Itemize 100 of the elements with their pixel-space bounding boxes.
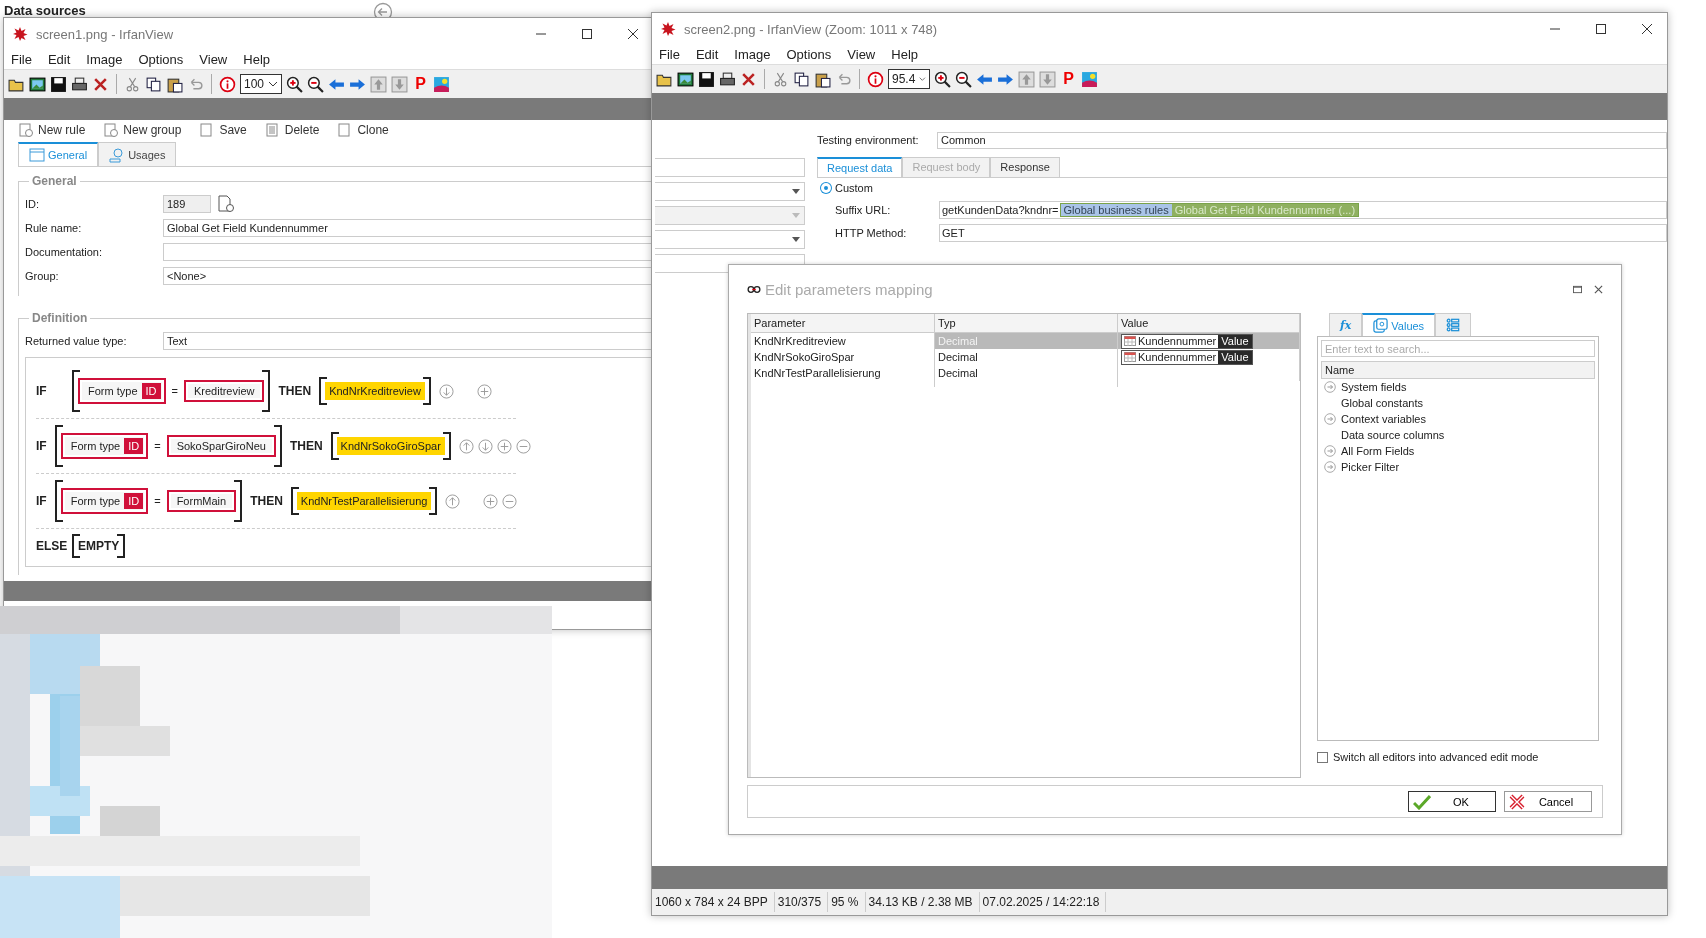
menu-item[interactable]: File <box>659 47 680 62</box>
condition-field[interactable]: Form type ID <box>60 488 149 514</box>
close-icon[interactable] <box>1641 23 1653 35</box>
toolbar-button[interactable]: Save <box>199 122 247 138</box>
toolbar-button[interactable]: Delete <box>264 122 320 138</box>
checkbox[interactable] <box>1317 751 1328 763</box>
tab[interactable]: Usages <box>98 142 177 166</box>
input-field[interactable] <box>655 230 805 249</box>
add-icon[interactable] <box>476 383 492 399</box>
radio-button[interactable] <box>821 183 831 193</box>
menu-item[interactable]: Help <box>891 47 918 62</box>
document-gear-icon[interactable] <box>217 195 235 213</box>
column-header[interactable]: Parameter <box>751 314 935 333</box>
menu-item[interactable]: Options <box>786 47 832 62</box>
condition-field[interactable]: Form type ID <box>78 378 166 404</box>
info-icon[interactable] <box>219 75 236 93</box>
maximize-icon[interactable] <box>1595 23 1607 35</box>
zoom-out-icon[interactable] <box>307 75 324 93</box>
zoom-dropdown[interactable]: 100 <box>240 74 282 94</box>
condition-value[interactable]: FormMain <box>166 490 237 512</box>
zoom-dropdown[interactable]: 95.4 <box>888 69 930 89</box>
condition-value[interactable]: SokoSparGiroNeu <box>166 435 276 457</box>
input-field[interactable]: Text <box>163 332 653 350</box>
tab[interactable] <box>1435 313 1472 336</box>
print-icon[interactable] <box>71 75 88 93</box>
value-token[interactable]: Kundennummer Value <box>1121 333 1253 349</box>
input-field[interactable] <box>655 158 805 177</box>
column-header[interactable]: Name <box>1321 361 1595 379</box>
result-value[interactable]: KndNrTestParallelisierung <box>296 492 432 510</box>
arrow-up-icon[interactable] <box>370 75 387 93</box>
menu-item[interactable]: Edit <box>695 47 719 62</box>
toolbar-button[interactable]: New group <box>103 122 182 138</box>
close-icon[interactable] <box>1594 284 1603 294</box>
remove-icon[interactable] <box>515 438 531 454</box>
search-field[interactable]: Enter text to search... <box>1321 340 1595 357</box>
maximize-icon[interactable] <box>581 28 593 40</box>
input-field[interactable]: GET <box>939 223 1667 242</box>
condition-field[interactable]: Form type ID <box>60 433 149 459</box>
paint-icon[interactable] <box>433 75 450 93</box>
url-field[interactable]: getKundenData?kndnr= Global business rules Global Get Field Kundennummer (...) <box>939 200 1667 219</box>
toolbar-button[interactable]: New rule <box>18 122 86 138</box>
value-token[interactable]: Kundennummer Value <box>1121 349 1253 365</box>
else-value[interactable]: EMPTY <box>78 539 120 553</box>
input-field[interactable]: <None> <box>163 267 653 285</box>
arrow-down-icon[interactable] <box>391 75 408 93</box>
tab[interactable]: General <box>18 142 99 166</box>
toolbar-button[interactable]: P <box>1060 70 1077 88</box>
menu-item[interactable]: File <box>11 52 32 67</box>
column-header[interactable]: Value <box>1118 314 1300 333</box>
copy-icon[interactable] <box>793 70 810 88</box>
add-icon[interactable] <box>496 438 512 454</box>
zoom-in-icon[interactable] <box>286 75 303 93</box>
print-icon[interactable] <box>719 70 736 88</box>
menu-item[interactable]: View <box>199 52 228 67</box>
move-down-icon[interactable] <box>438 383 454 399</box>
tab[interactable]: Request data <box>817 157 903 177</box>
menu-item[interactable]: Image <box>86 52 123 67</box>
tree-item[interactable]: System fields <box>1341 381 1407 393</box>
tab[interactable]: Values <box>1362 313 1436 336</box>
input-field[interactable] <box>655 206 805 225</box>
paint-icon[interactable] <box>1081 70 1098 88</box>
copy-icon[interactable] <box>145 75 162 93</box>
info-icon[interactable] <box>867 70 884 88</box>
tree-item[interactable]: All Form Fields <box>1341 445 1415 457</box>
arrow-down-icon[interactable] <box>1039 70 1056 88</box>
move-up-icon[interactable] <box>445 493 461 509</box>
picture-icon[interactable] <box>29 75 46 93</box>
token-chip[interactable]: Global business rules Global Get Field Kundennummer (...) <box>1059 202 1360 217</box>
condition-value[interactable]: Kreditreview <box>183 380 265 402</box>
menu-item[interactable]: View <box>847 47 876 62</box>
menu-item[interactable]: Options <box>138 52 184 67</box>
tree-item[interactable]: Picker Filter <box>1341 461 1400 473</box>
input-field[interactable]: Common <box>937 131 1667 149</box>
cancel-button[interactable]: Cancel <box>1504 791 1592 812</box>
zoom-out-icon[interactable] <box>955 70 972 88</box>
arrow-up-icon[interactable] <box>1018 70 1035 88</box>
toolbar-button[interactable]: P <box>412 75 429 93</box>
remove-icon[interactable] <box>502 493 518 509</box>
move-down-icon[interactable] <box>477 438 493 454</box>
menu-item[interactable]: Image <box>734 47 771 62</box>
column-header[interactable]: Typ <box>935 314 1118 333</box>
input-field[interactable] <box>655 182 805 201</box>
menu-item[interactable]: Edit <box>47 52 71 67</box>
maximize-icon[interactable] <box>1573 284 1582 294</box>
zoom-in-icon[interactable] <box>934 70 951 88</box>
result-value[interactable]: KndNrSokoGiroSpar <box>336 437 445 455</box>
input-field[interactable] <box>163 243 653 261</box>
tree-item[interactable]: Context variables <box>1341 413 1426 425</box>
tree-item[interactable]: Global constants <box>1341 397 1423 409</box>
move-up-icon[interactable] <box>458 438 474 454</box>
toolbar-button[interactable]: Clone <box>337 122 389 138</box>
ok-button[interactable]: OK <box>1408 791 1496 812</box>
add-icon[interactable] <box>483 493 499 509</box>
menu-item[interactable]: Help <box>243 52 270 67</box>
tree-item[interactable]: Data source columns <box>1341 429 1445 441</box>
tab[interactable]: Response <box>990 157 1060 177</box>
result-value[interactable]: KndNrKreditreview <box>325 382 425 400</box>
picture-icon[interactable] <box>677 70 694 88</box>
close-icon[interactable] <box>627 28 639 40</box>
input-field[interactable]: Global Get Field Kundennummer <box>163 219 653 237</box>
